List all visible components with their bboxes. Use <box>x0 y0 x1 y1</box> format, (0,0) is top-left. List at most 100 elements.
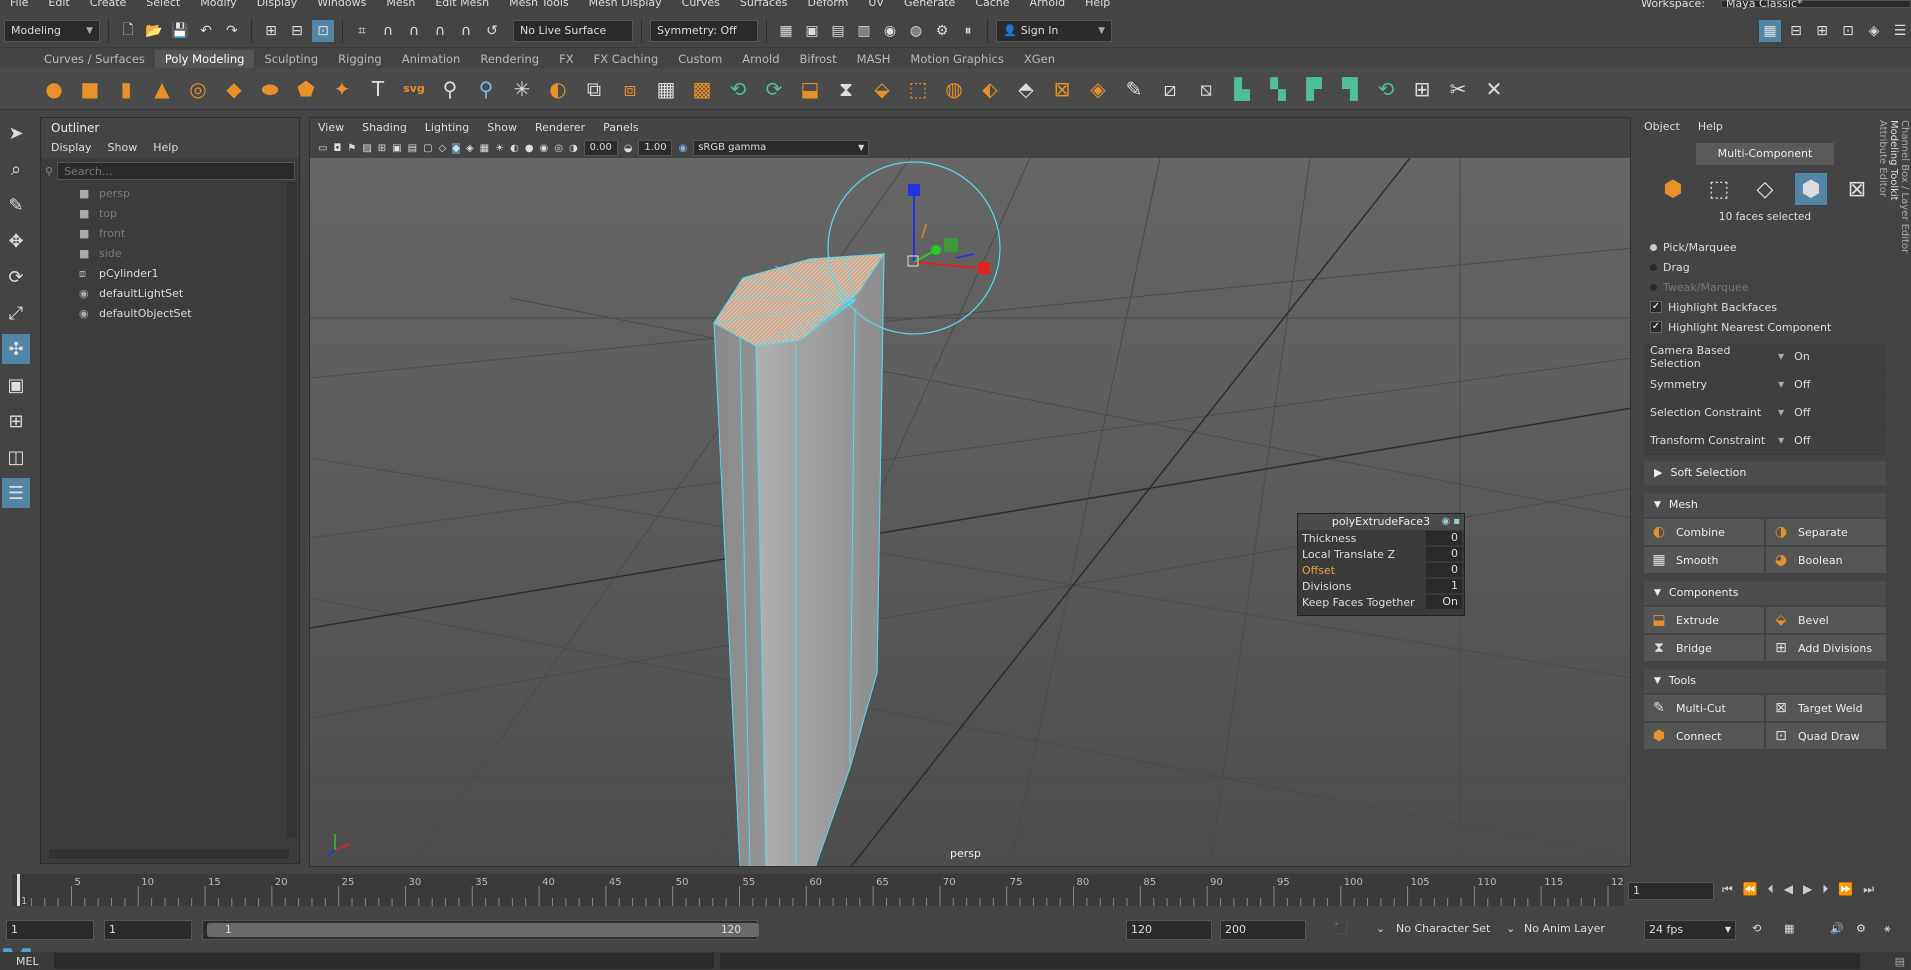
mirror-icon[interactable]: ⧈ <box>614 73 646 105</box>
smooth-shelf-icon[interactable]: ▦ <box>650 73 682 105</box>
sculpt-icon[interactable]: ⚲ <box>434 73 466 105</box>
viewport-menu-show[interactable]: Show <box>487 118 517 138</box>
outliner-vertical-scrollbar[interactable] <box>287 182 297 837</box>
poly-sphere-icon[interactable]: ● <box>38 73 70 105</box>
key-prefs-icon[interactable]: ⚹ <box>1884 922 1891 936</box>
tools-section-header[interactable]: ▼ Tools <box>1644 669 1886 693</box>
outliner-search-input[interactable] <box>57 162 295 180</box>
bookmarks-icon[interactable]: ⚑ <box>347 143 356 154</box>
range-slider-handle[interactable]: 1 120 <box>207 923 759 937</box>
safe-action-icon[interactable]: ▢ <box>423 143 432 154</box>
option-value[interactable]: Off <box>1794 378 1810 391</box>
viewport-menu-renderer[interactable]: Renderer <box>535 118 585 138</box>
reduce-icon[interactable]: ▩ <box>686 73 718 105</box>
redo-icon[interactable]: ↷ <box>221 20 243 42</box>
menu-surfaces[interactable]: Surfaces <box>730 0 798 10</box>
extrude-shelf-icon[interactable]: ⬓ <box>794 73 826 105</box>
poly-plane-icon[interactable]: ◆ <box>218 73 250 105</box>
camera-select-icon[interactable]: ▭ <box>318 143 327 154</box>
uv-unfold-icon[interactable]: ✕ <box>1478 73 1510 105</box>
workspace-dropdown[interactable]: Maya Classic* <box>1721 0 1911 9</box>
retopo-icon[interactable]: ⟳ <box>758 73 790 105</box>
modeling-toolkit-icon[interactable]: ◈ <box>1863 20 1885 42</box>
edge-mode-icon[interactable]: ◇ <box>1749 173 1781 205</box>
viewport-menu-view[interactable]: View <box>318 118 344 138</box>
modeling-toolkit-tab[interactable]: Modeling Toolkit <box>1888 120 1899 462</box>
menu-mesh-tools[interactable]: Mesh Tools <box>499 0 579 10</box>
poly-svg-icon[interactable]: svg <box>398 73 430 105</box>
bevel-button[interactable]: ⬙ Bevel <box>1766 607 1886 633</box>
poly-cube-icon[interactable]: ■ <box>74 73 106 105</box>
render-view-icon[interactable]: ▦ <box>775 20 797 42</box>
loop-icon[interactable]: ⟲ <box>1752 922 1761 935</box>
checkmark-icon[interactable]: ✓ <box>1650 301 1662 313</box>
popup-row-value[interactable]: 0 <box>1426 563 1462 577</box>
shelf-tab-fx-caching[interactable]: FX Caching <box>584 50 669 68</box>
chevron-down-icon[interactable]: ▼ <box>1778 408 1784 417</box>
shelf-tab-rendering[interactable]: Rendering <box>470 50 549 68</box>
menu-select[interactable]: Select <box>136 0 190 10</box>
step-forward-frame-icon[interactable]: ⏵ <box>1822 882 1828 897</box>
select-hierarchy-icon[interactable]: ⊞ <box>260 20 282 42</box>
select-component-icon[interactable]: ⊡ <box>312 19 334 42</box>
wireframe-icon[interactable]: ◇ <box>439 143 447 154</box>
poly-disc-icon[interactable]: ⬬ <box>254 73 286 105</box>
scale-tool-icon[interactable]: ⤢ <box>2 298 30 328</box>
fps-dropdown[interactable]: 24 fps ▼ <box>1644 920 1736 940</box>
time-slider-ruler[interactable]: 15 10 15 20 25 30 35 40 45 50 55 60 65 70 75 80 85 90 95 10… <box>12 874 1624 906</box>
radio-drag[interactable]: Drag <box>1640 257 1890 277</box>
poke-icon[interactable]: ◈ <box>1082 73 1114 105</box>
option-camera-based-selection[interactable]: Camera Based Selection ▼ On <box>1644 343 1886 371</box>
gamma-icon[interactable]: ◒ <box>624 143 633 154</box>
select-tool-icon[interactable]: ➤ <box>2 118 30 148</box>
chevron-down-icon[interactable]: ▼ <box>1778 352 1784 361</box>
option-selection-constraint[interactable]: Selection Constraint ▼ Off <box>1644 399 1886 427</box>
menu-edit[interactable]: Edit <box>38 0 79 10</box>
outliner-menu-display[interactable]: Display <box>51 138 92 158</box>
menu-create[interactable]: Create <box>80 0 137 10</box>
playback-start-field[interactable]: 1 <box>104 920 192 940</box>
open-scene-icon[interactable]: 📂 <box>143 20 165 42</box>
viewport-persp[interactable]: View Shading Lighting Show Renderer Pane… <box>309 117 1631 867</box>
fill-hole-icon[interactable]: ⬚ <box>902 73 934 105</box>
mesh-section-header[interactable]: ▼ Mesh <box>1644 493 1886 517</box>
wireframe-on-shaded-icon[interactable]: ◈ <box>466 143 474 154</box>
multi-cut-shelf-icon[interactable]: ✎ <box>1118 73 1150 105</box>
shelf-tab-motion-graphics[interactable]: Motion Graphics <box>900 50 1013 68</box>
anim-layer-icon[interactable]: ⌄ <box>1506 922 1515 935</box>
animation-start-field[interactable]: 1 <box>6 920 94 940</box>
command-input[interactable] <box>54 953 714 969</box>
workspace-selector[interactable]: Workspace: Maya Classic* <box>1631 0 1911 9</box>
arnold-ipr-icon[interactable]: ⚙ <box>931 20 953 42</box>
popup-row-label[interactable]: Local Translate Z <box>1302 548 1426 561</box>
paint-select-icon[interactable]: ✎ <box>2 190 30 220</box>
arnold-render-icon[interactable]: ◍ <box>905 20 927 42</box>
toolkit-menu-help[interactable]: Help <box>1698 117 1723 137</box>
pause-icon[interactable]: ⏸ <box>957 20 979 42</box>
four-view-icon[interactable]: ⊞ <box>2 406 30 436</box>
outliner-item-front[interactable]: ■ front <box>41 224 299 244</box>
go-to-start-icon[interactable]: ⏮ <box>1722 882 1733 897</box>
popup-row-label[interactable]: Keep Faces Together <box>1302 596 1426 609</box>
popup-row-label[interactable]: Divisions <box>1302 580 1426 593</box>
separate-shelf-icon[interactable]: ⧉ <box>578 73 610 105</box>
play-forward-icon[interactable]: ▶ <box>1803 882 1812 897</box>
uv-mode-icon[interactable]: ⊠ <box>1841 173 1873 205</box>
uv-layout-icon[interactable]: ⊞ <box>1406 73 1438 105</box>
poly-count-icon[interactable]: ⚲ <box>470 73 502 105</box>
chevron-down-icon[interactable]: ▼ <box>1778 380 1784 389</box>
film-gate-icon[interactable]: ▣ <box>392 143 401 154</box>
shelf-tab-rigging[interactable]: Rigging <box>328 50 392 68</box>
rotate-tool-icon[interactable]: ⟳ <box>2 262 30 292</box>
step-back-key-icon[interactable]: ⏪ <box>1743 882 1758 897</box>
bridge-shelf-icon[interactable]: ⧗ <box>830 73 862 105</box>
snap-view-icon[interactable]: ∩ <box>429 20 451 42</box>
shelf-tab-fx[interactable]: FX <box>549 50 584 68</box>
snap-live-icon[interactable]: ↺ <box>481 20 503 42</box>
option-value[interactable]: On <box>1794 350 1810 363</box>
layers-icon[interactable]: ☰ <box>1889 20 1911 42</box>
option-symmetry[interactable]: Symmetry ▼ Off <box>1644 371 1886 399</box>
outliner-item-side[interactable]: ■ side <box>41 244 299 264</box>
outliner-item-defaultobjectset[interactable]: ◉ defaultObjectSet <box>41 304 299 324</box>
cylindrical-map-icon[interactable]: ▛ <box>1298 73 1330 105</box>
